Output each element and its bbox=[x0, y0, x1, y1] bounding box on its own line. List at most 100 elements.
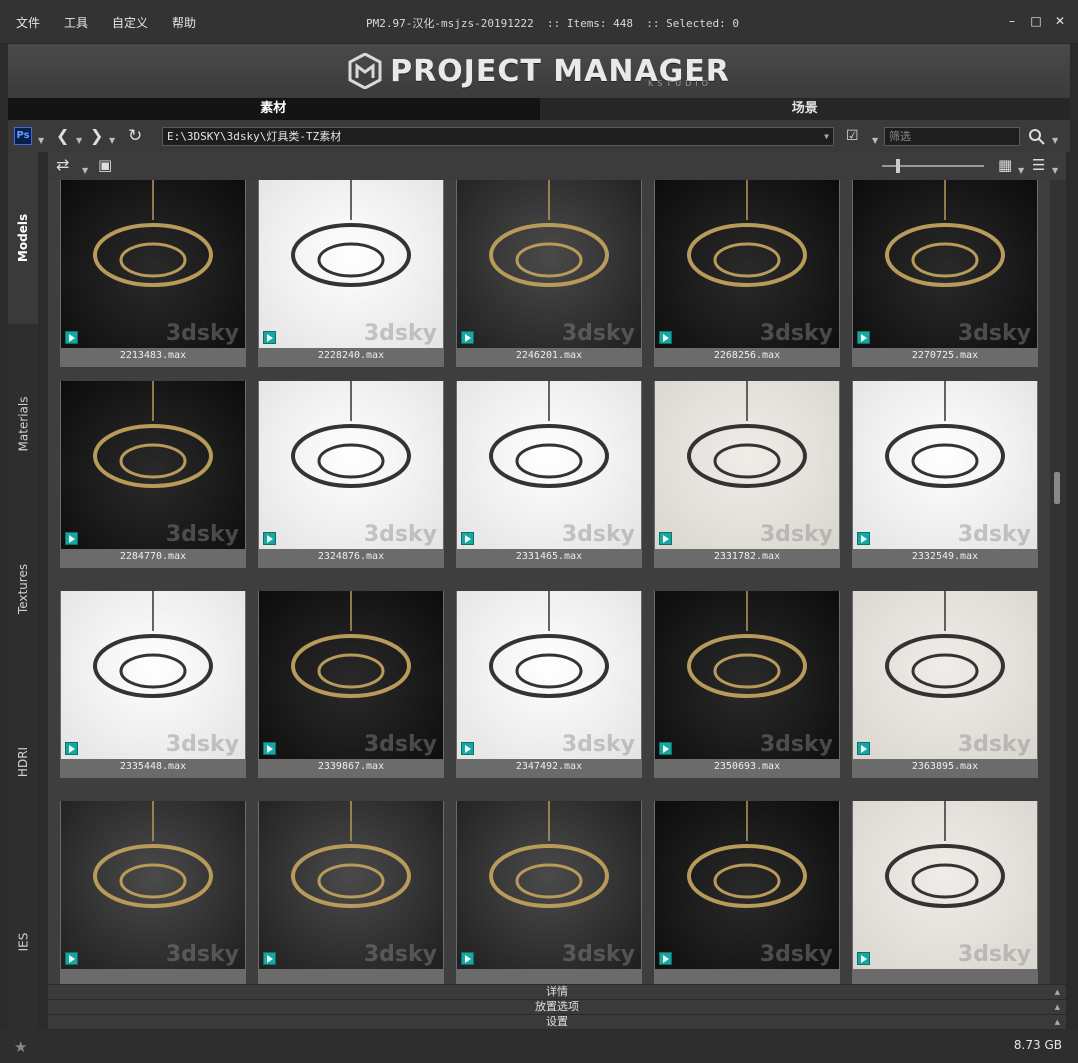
watermark-text: 3dsky bbox=[561, 522, 635, 547]
max-file-icon bbox=[857, 952, 870, 965]
asset-tile[interactable]: 3dsky 2363895.max bbox=[852, 591, 1038, 778]
asset-tile[interactable]: 3dsky bbox=[654, 801, 840, 984]
asset-tile[interactable]: 3dsky 2339867.max bbox=[258, 591, 444, 778]
filter-placeholder: 筛选 bbox=[889, 130, 911, 143]
menu-customize[interactable]: 自定义 bbox=[112, 14, 148, 31]
chevron-up-icon[interactable]: ▲ bbox=[1055, 985, 1060, 999]
checklist-icon[interactable]: ☑ bbox=[846, 127, 859, 145]
chevron-up-icon[interactable]: ▲ bbox=[1055, 1000, 1060, 1014]
chevron-down-icon[interactable]: ▼ bbox=[109, 132, 115, 150]
chevron-down-icon[interactable]: ▼ bbox=[38, 132, 44, 150]
path-input[interactable]: E:\3DSKY\3dsky\灯具类-TZ素材 ▼ bbox=[162, 127, 834, 146]
filter-input[interactable]: 筛选 bbox=[884, 127, 1020, 146]
asset-tile[interactable]: 3dsky 2347492.max bbox=[456, 591, 642, 778]
sort-icon[interactable]: ☰ bbox=[1032, 156, 1045, 174]
items-count: :: Items: 448 bbox=[546, 17, 634, 30]
side-tab-models[interactable]: Models bbox=[8, 152, 38, 324]
watermark-text: 3dsky bbox=[363, 942, 437, 967]
asset-filename: 2213483.max bbox=[119, 350, 187, 361]
watermark-text: 3dsky bbox=[165, 942, 239, 967]
asset-tile[interactable]: 3dsky bbox=[60, 801, 246, 984]
disk-usage: 8.73 GB bbox=[1013, 1038, 1062, 1052]
max-file-icon bbox=[857, 331, 870, 344]
panel-details[interactable]: 详情 ▲ bbox=[48, 984, 1066, 999]
asset-filename: 2324876.max bbox=[317, 551, 385, 562]
asset-tile[interactable]: 3dsky 2228240.max bbox=[258, 180, 444, 367]
asset-tile[interactable]: 3dsky 2331782.max bbox=[654, 381, 840, 568]
side-tab-label: Models bbox=[16, 213, 31, 263]
asset-tile[interactable]: 3dsky 2270725.max bbox=[852, 180, 1038, 367]
asset-tile[interactable]: 3dsky 2284770.max bbox=[60, 381, 246, 568]
tab-scenes[interactable]: 场景 bbox=[538, 98, 1070, 120]
logo-subtitle: KSTUDIO bbox=[648, 79, 712, 88]
close-button[interactable]: ✕ bbox=[1054, 14, 1066, 28]
asset-thumbnail: 3dsky bbox=[457, 381, 641, 549]
path-value: E:\3DSKY\3dsky\灯具类-TZ素材 bbox=[167, 130, 342, 143]
max-file-icon bbox=[461, 952, 474, 965]
asset-thumbnail: 3dsky bbox=[853, 801, 1037, 969]
max-file-icon bbox=[263, 742, 276, 755]
menu-help[interactable]: 帮助 bbox=[172, 14, 196, 31]
chevron-down-icon[interactable]: ▼ bbox=[82, 162, 88, 180]
grid-view-icon[interactable]: ▦ bbox=[998, 156, 1012, 174]
panel-label: 详情 bbox=[546, 985, 568, 998]
sync-icon[interactable]: ⇄ bbox=[56, 156, 69, 174]
tab-assets[interactable]: 素材 bbox=[8, 98, 539, 120]
asset-tile[interactable]: 3dsky 2335448.max bbox=[60, 591, 246, 778]
watermark-text: 3dsky bbox=[165, 321, 239, 346]
asset-grid: 3dsky 2213483.max 3dsky 2228240.max 3dsky 224… bbox=[48, 180, 1050, 984]
watermark-text: 3dsky bbox=[363, 732, 437, 757]
asset-tile[interactable]: 3dsky 2332549.max bbox=[852, 381, 1038, 568]
asset-tile[interactable]: 3dsky 2268256.max bbox=[654, 180, 840, 367]
side-tab-label: Textures bbox=[16, 563, 30, 615]
menu-file[interactable]: 文件 bbox=[16, 14, 40, 31]
chevron-down-icon[interactable]: ▼ bbox=[1052, 162, 1058, 180]
asset-tile[interactable]: 3dsky bbox=[258, 801, 444, 984]
photoshop-icon[interactable]: Ps bbox=[14, 127, 32, 145]
chevron-down-icon[interactable]: ▼ bbox=[76, 132, 82, 150]
asset-tile[interactable]: 3dsky 2350693.max bbox=[654, 591, 840, 778]
watermark-text: 3dsky bbox=[957, 732, 1031, 757]
window-title: PM2.97-汉化-msjzs-20191222 :: Items: 448 :… bbox=[366, 15, 739, 31]
chevron-up-icon[interactable]: ▲ bbox=[1055, 1015, 1060, 1029]
side-tab-hdri[interactable]: HDRI bbox=[8, 692, 38, 832]
asset-thumbnail: 3dsky bbox=[259, 381, 443, 549]
scrollbar-thumb[interactable] bbox=[1054, 472, 1060, 504]
asset-tile[interactable]: 3dsky 2331465.max bbox=[456, 381, 642, 568]
scrollbar[interactable] bbox=[1050, 180, 1066, 984]
forward-icon[interactable]: ❯ bbox=[90, 127, 103, 145]
menu-bar: 文件 工具 自定义 帮助 bbox=[16, 14, 220, 31]
asset-filename: 2331465.max bbox=[515, 551, 583, 562]
asset-thumbnail: 3dsky bbox=[259, 801, 443, 969]
minimize-button[interactable]: – bbox=[1006, 14, 1018, 28]
star-icon[interactable]: ★ bbox=[14, 1038, 27, 1056]
maximize-button[interactable]: □ bbox=[1030, 14, 1042, 28]
panel-placement[interactable]: 放置选项 ▲ bbox=[48, 999, 1066, 1014]
side-tab-materials[interactable]: Materials bbox=[8, 324, 38, 524]
panel-settings[interactable]: 设置 ▲ bbox=[48, 1014, 1066, 1029]
side-tab-textures[interactable]: Textures bbox=[8, 524, 38, 654]
chevron-down-icon[interactable]: ▼ bbox=[1052, 132, 1058, 150]
back-icon[interactable]: ❮ bbox=[56, 127, 69, 145]
chevron-down-icon[interactable]: ▼ bbox=[1018, 162, 1024, 180]
asset-tile[interactable]: 3dsky 2324876.max bbox=[258, 381, 444, 568]
watermark-text: 3dsky bbox=[165, 732, 239, 757]
asset-tile[interactable]: 3dsky 2213483.max bbox=[60, 180, 246, 367]
asset-tile[interactable]: 3dsky 2246201.max bbox=[456, 180, 642, 367]
search-icon[interactable] bbox=[1028, 128, 1046, 146]
asset-filename: 2284770.max bbox=[119, 551, 187, 562]
refresh-icon[interactable]: ↻ bbox=[128, 127, 142, 145]
side-tab-ies[interactable]: IES bbox=[8, 872, 38, 1012]
chevron-down-icon[interactable]: ▼ bbox=[824, 128, 829, 145]
cube-icon[interactable]: ▣ bbox=[98, 156, 112, 174]
zoom-slider-thumb[interactable] bbox=[896, 159, 900, 173]
asset-filename: 2228240.max bbox=[317, 350, 385, 361]
status-bar: ★ 8.73 GB bbox=[0, 1030, 1078, 1063]
asset-tile[interactable]: 3dsky bbox=[852, 801, 1038, 984]
max-file-icon bbox=[659, 532, 672, 545]
asset-thumbnail: 3dsky bbox=[457, 180, 641, 348]
asset-tile[interactable]: 3dsky bbox=[456, 801, 642, 984]
chevron-down-icon[interactable]: ▼ bbox=[872, 132, 878, 150]
menu-tools[interactable]: 工具 bbox=[64, 14, 88, 31]
side-tab-label: IES bbox=[16, 932, 30, 952]
